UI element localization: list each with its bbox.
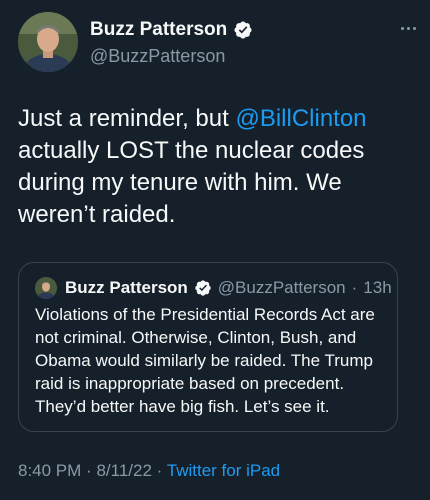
quoted-tweet-header: Buzz Patterson @BuzzPatterson · 13h <box>35 277 392 299</box>
quoted-time: 13h <box>363 278 392 297</box>
quoted-display-name: Buzz Patterson <box>65 278 188 297</box>
footer-separator: · <box>86 461 92 480</box>
author-info: Buzz Patterson @BuzzPatterson <box>90 18 253 67</box>
avatar[interactable] <box>18 12 78 72</box>
quoted-separator: · <box>351 278 358 297</box>
author-handle[interactable]: @BuzzPatterson <box>90 46 253 67</box>
footer-separator: · <box>156 461 163 480</box>
avatar-photo <box>18 12 78 72</box>
quoted-tweet[interactable]: Buzz Patterson @BuzzPatterson · 13h Violat… <box>18 262 398 432</box>
quoted-avatar <box>35 277 57 299</box>
tweet-text: Just a reminder, but @BillClinton actual… <box>18 103 418 231</box>
mention-link[interactable]: @BillClinton <box>235 105 366 132</box>
quoted-handle: @BuzzPatterson <box>217 278 346 297</box>
quoted-tweet-text: Violations of the Presidential Records A… <box>35 305 375 416</box>
author-name-row: Buzz Patterson <box>90 18 253 42</box>
more-horizontal-icon[interactable] <box>394 18 422 38</box>
tweet-metadata: 8:40 PM · 8/11/22 · Twitter for iPad <box>18 461 280 481</box>
tweet-text-after: actually LOST the nuclear codes during m… <box>18 137 365 228</box>
tweet-time[interactable]: 8:40 PM <box>18 461 81 480</box>
tweet-detail: Buzz Patterson @BuzzPatterson Just a rem… <box>0 0 430 500</box>
tweet-text-before: Just a reminder, but <box>18 105 236 132</box>
tweet-date[interactable]: 8/11/22 <box>96 461 151 480</box>
verified-badge-icon <box>233 20 253 40</box>
tweet-source[interactable]: Twitter for iPad <box>167 461 280 480</box>
verified-badge-icon <box>194 279 212 297</box>
display-name[interactable]: Buzz Patterson <box>90 19 227 41</box>
